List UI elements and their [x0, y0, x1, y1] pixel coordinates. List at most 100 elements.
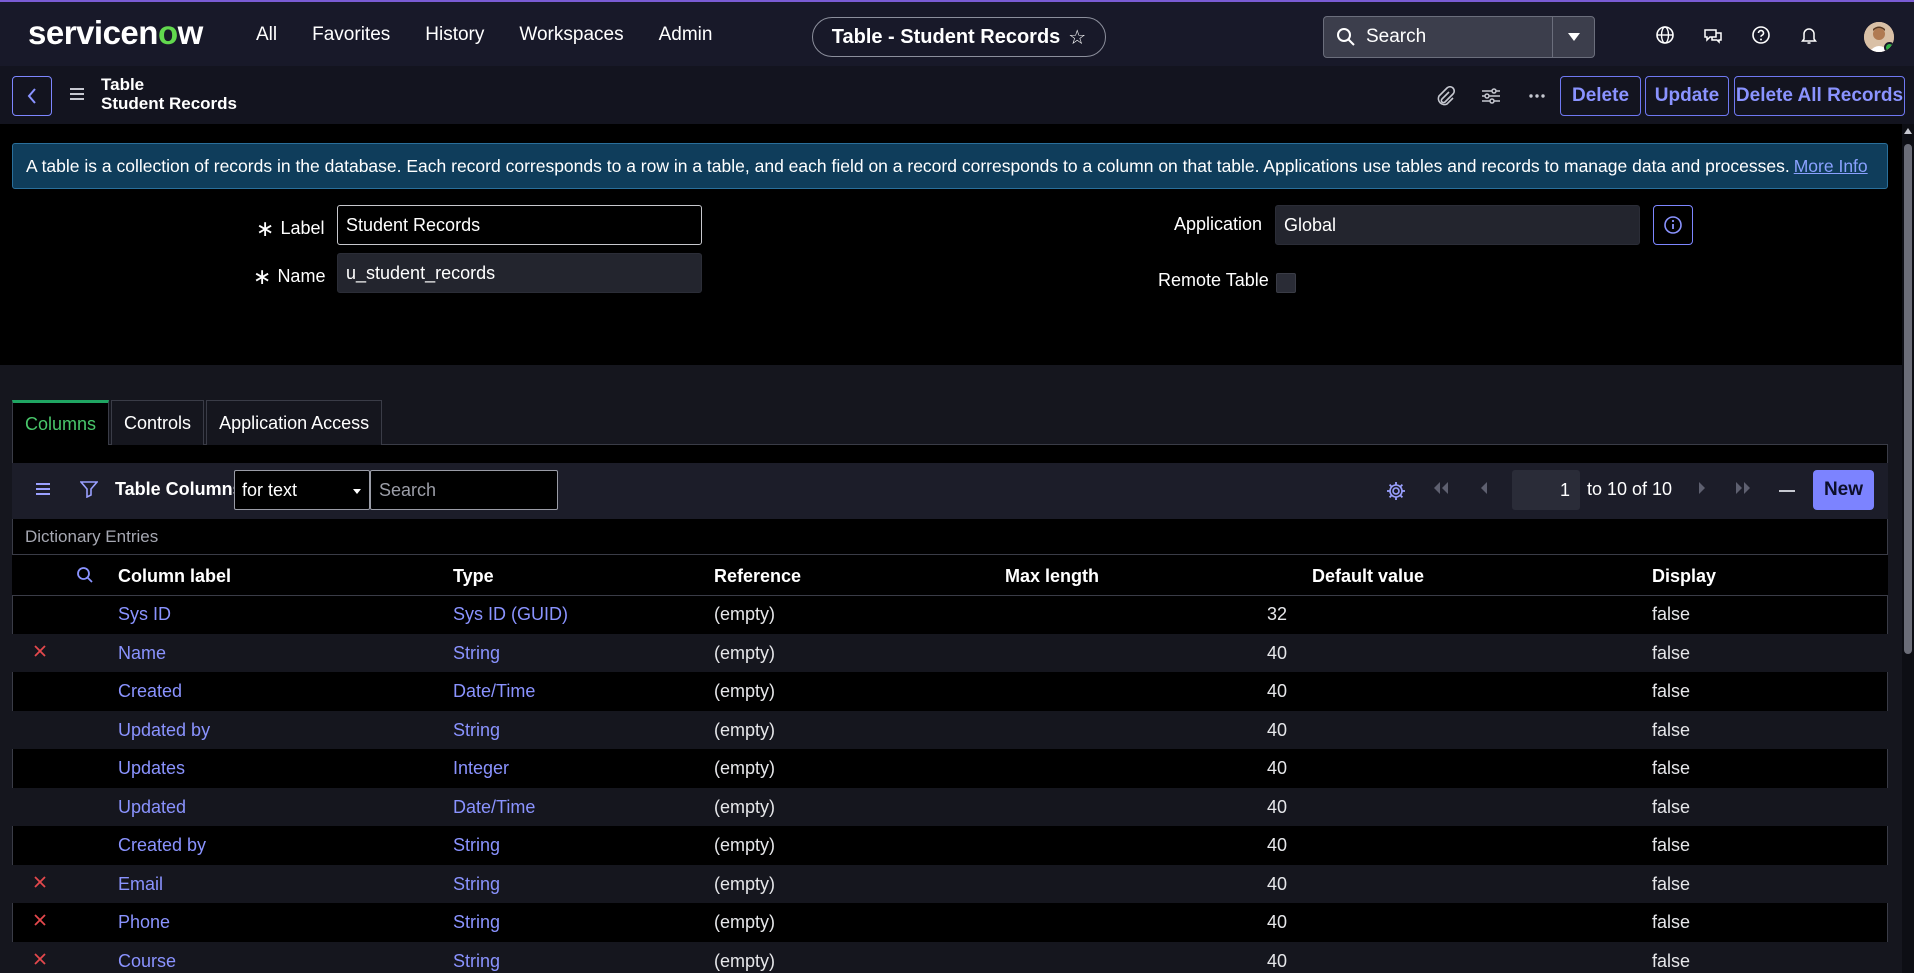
- info-message: A table is a collection of records in th…: [12, 143, 1888, 189]
- column-header-type[interactable]: Type: [453, 566, 494, 587]
- application-info-button[interactable]: [1653, 205, 1693, 245]
- first-page-icon[interactable]: [1432, 481, 1450, 495]
- cell-type[interactable]: String: [453, 835, 500, 856]
- page-number-input[interactable]: 1: [1512, 470, 1580, 510]
- tab-controls[interactable]: Controls: [111, 400, 205, 445]
- delete-row-icon[interactable]: [32, 874, 48, 890]
- cell-type[interactable]: String: [453, 951, 500, 972]
- table-row[interactable]: Updates Integer (empty) 40 false: [12, 749, 1888, 788]
- settings-sliders-icon[interactable]: [1480, 86, 1502, 106]
- label-field-label: ∗ Label: [256, 216, 325, 241]
- tab-application-access[interactable]: Application Access: [206, 400, 383, 445]
- header-icons: [1654, 24, 1820, 46]
- bell-icon[interactable]: [1798, 24, 1820, 46]
- record-header: Table Student Records Delete Update Dele…: [0, 66, 1914, 124]
- cell-column-label[interactable]: Created: [118, 681, 182, 702]
- cell-display: false: [1652, 604, 1691, 624]
- table-row[interactable]: Updated Date/Time (empty) 40 false: [12, 787, 1888, 826]
- last-page-icon[interactable]: [1734, 481, 1752, 495]
- cell-reference: (empty): [714, 835, 776, 855]
- servicenow-logo[interactable]: servicenow: [28, 14, 203, 52]
- column-header-default-value[interactable]: Default value: [1312, 566, 1424, 587]
- chevron-left-icon: [27, 88, 36, 104]
- table-row[interactable]: Created Date/Time (empty) 40 false: [12, 672, 1888, 711]
- cell-column-label[interactable]: Updated by: [118, 720, 210, 741]
- list-title: Table Columns: [115, 479, 243, 499]
- nav-workspaces[interactable]: Workspaces: [519, 24, 623, 46]
- scrollbar-thumb[interactable]: [1904, 144, 1912, 654]
- table-row[interactable]: Created by String (empty) 40 false: [12, 826, 1888, 865]
- cell-column-label[interactable]: Email: [118, 874, 163, 895]
- column-header-max-length[interactable]: Max length: [1005, 566, 1099, 587]
- global-search-input[interactable]: Search: [1366, 26, 1552, 48]
- cell-column-label[interactable]: Sys ID: [118, 604, 171, 625]
- page-range-text: to 10 of 10: [1587, 479, 1673, 499]
- table-row[interactable]: Email String (empty) 40 false: [12, 864, 1888, 903]
- cell-type[interactable]: Date/Time: [453, 797, 535, 818]
- gear-icon[interactable]: [1385, 480, 1407, 502]
- cell-reference: (empty): [714, 873, 776, 894]
- cell-column-label[interactable]: Updated: [118, 797, 186, 818]
- search-scope-dropdown[interactable]: [1552, 17, 1594, 57]
- globe-icon[interactable]: [1654, 24, 1676, 46]
- search-field-select[interactable]: for text: [234, 470, 370, 510]
- delete-row-icon[interactable]: [32, 643, 48, 659]
- back-button[interactable]: [12, 76, 52, 116]
- more-options-icon[interactable]: [1526, 86, 1548, 106]
- next-page-icon[interactable]: [1697, 481, 1707, 495]
- nav-history[interactable]: History: [425, 24, 484, 46]
- list-menu-icon[interactable]: [36, 483, 50, 495]
- tab-columns[interactable]: Columns: [12, 400, 110, 445]
- collapse-list-icon[interactable]: [1779, 490, 1795, 492]
- global-search[interactable]: Search: [1323, 16, 1595, 58]
- delete-row-icon[interactable]: [32, 912, 48, 928]
- table-row[interactable]: Course String (empty) 40 false: [12, 941, 1888, 973]
- nav-favorites[interactable]: Favorites: [312, 24, 390, 46]
- cell-column-label[interactable]: Updates: [118, 758, 185, 779]
- vertical-scrollbar[interactable]: [1902, 124, 1914, 973]
- delete-row-icon[interactable]: [32, 951, 48, 967]
- cell-type[interactable]: Date/Time: [453, 681, 535, 702]
- cell-type[interactable]: String: [453, 912, 500, 933]
- help-icon[interactable]: [1750, 24, 1772, 46]
- cell-type[interactable]: String: [453, 720, 500, 741]
- info-icon: [1664, 216, 1682, 234]
- cell-column-label[interactable]: Phone: [118, 912, 170, 933]
- previous-page-icon[interactable]: [1479, 481, 1489, 495]
- cell-type[interactable]: Integer: [453, 758, 509, 779]
- table-row[interactable]: Name String (empty) 40 false: [12, 633, 1888, 672]
- table-row[interactable]: Phone String (empty) 40 false: [12, 903, 1888, 942]
- column-header-display[interactable]: Display: [1652, 566, 1716, 587]
- cell-type[interactable]: String: [453, 643, 500, 664]
- list-search-input[interactable]: Search: [370, 470, 558, 510]
- cell-type[interactable]: String: [453, 874, 500, 895]
- name-input: u_student_records: [337, 253, 702, 293]
- required-asterisk-icon: ∗: [253, 264, 272, 289]
- nav-admin[interactable]: Admin: [659, 24, 713, 46]
- chat-icon[interactable]: [1702, 24, 1724, 46]
- table-row[interactable]: Updated by String (empty) 40 false: [12, 710, 1888, 749]
- delete-button[interactable]: Delete: [1560, 76, 1641, 116]
- table-row[interactable]: Sys ID Sys ID (GUID) (empty) 32 false: [12, 595, 1888, 634]
- column-header-label[interactable]: Column label: [118, 566, 231, 587]
- cell-column-label[interactable]: Course: [118, 951, 176, 972]
- delete-all-records-button[interactable]: Delete All Records: [1734, 76, 1905, 116]
- attachment-icon[interactable]: [1434, 86, 1456, 106]
- new-button[interactable]: New: [1813, 470, 1874, 510]
- more-info-link[interactable]: More Info: [1794, 156, 1868, 177]
- favorite-star-icon[interactable]: ☆: [1068, 25, 1086, 50]
- remote-table-checkbox[interactable]: [1276, 273, 1296, 293]
- label-input[interactable]: Student Records: [337, 205, 702, 245]
- scroll-up-icon[interactable]: [1904, 128, 1912, 134]
- update-button[interactable]: Update: [1645, 76, 1729, 116]
- filter-icon[interactable]: [80, 480, 98, 498]
- cell-column-label[interactable]: Created by: [118, 835, 206, 856]
- cell-column-label[interactable]: Name: [118, 643, 166, 664]
- nav-all[interactable]: All: [256, 24, 277, 46]
- column-search-icon[interactable]: [76, 566, 94, 584]
- user-avatar[interactable]: [1864, 22, 1894, 52]
- page-title-pill[interactable]: Table - Student Records ☆: [812, 17, 1106, 57]
- menu-icon[interactable]: [70, 88, 84, 100]
- column-header-reference[interactable]: Reference: [714, 566, 801, 587]
- cell-type[interactable]: Sys ID (GUID): [453, 604, 568, 625]
